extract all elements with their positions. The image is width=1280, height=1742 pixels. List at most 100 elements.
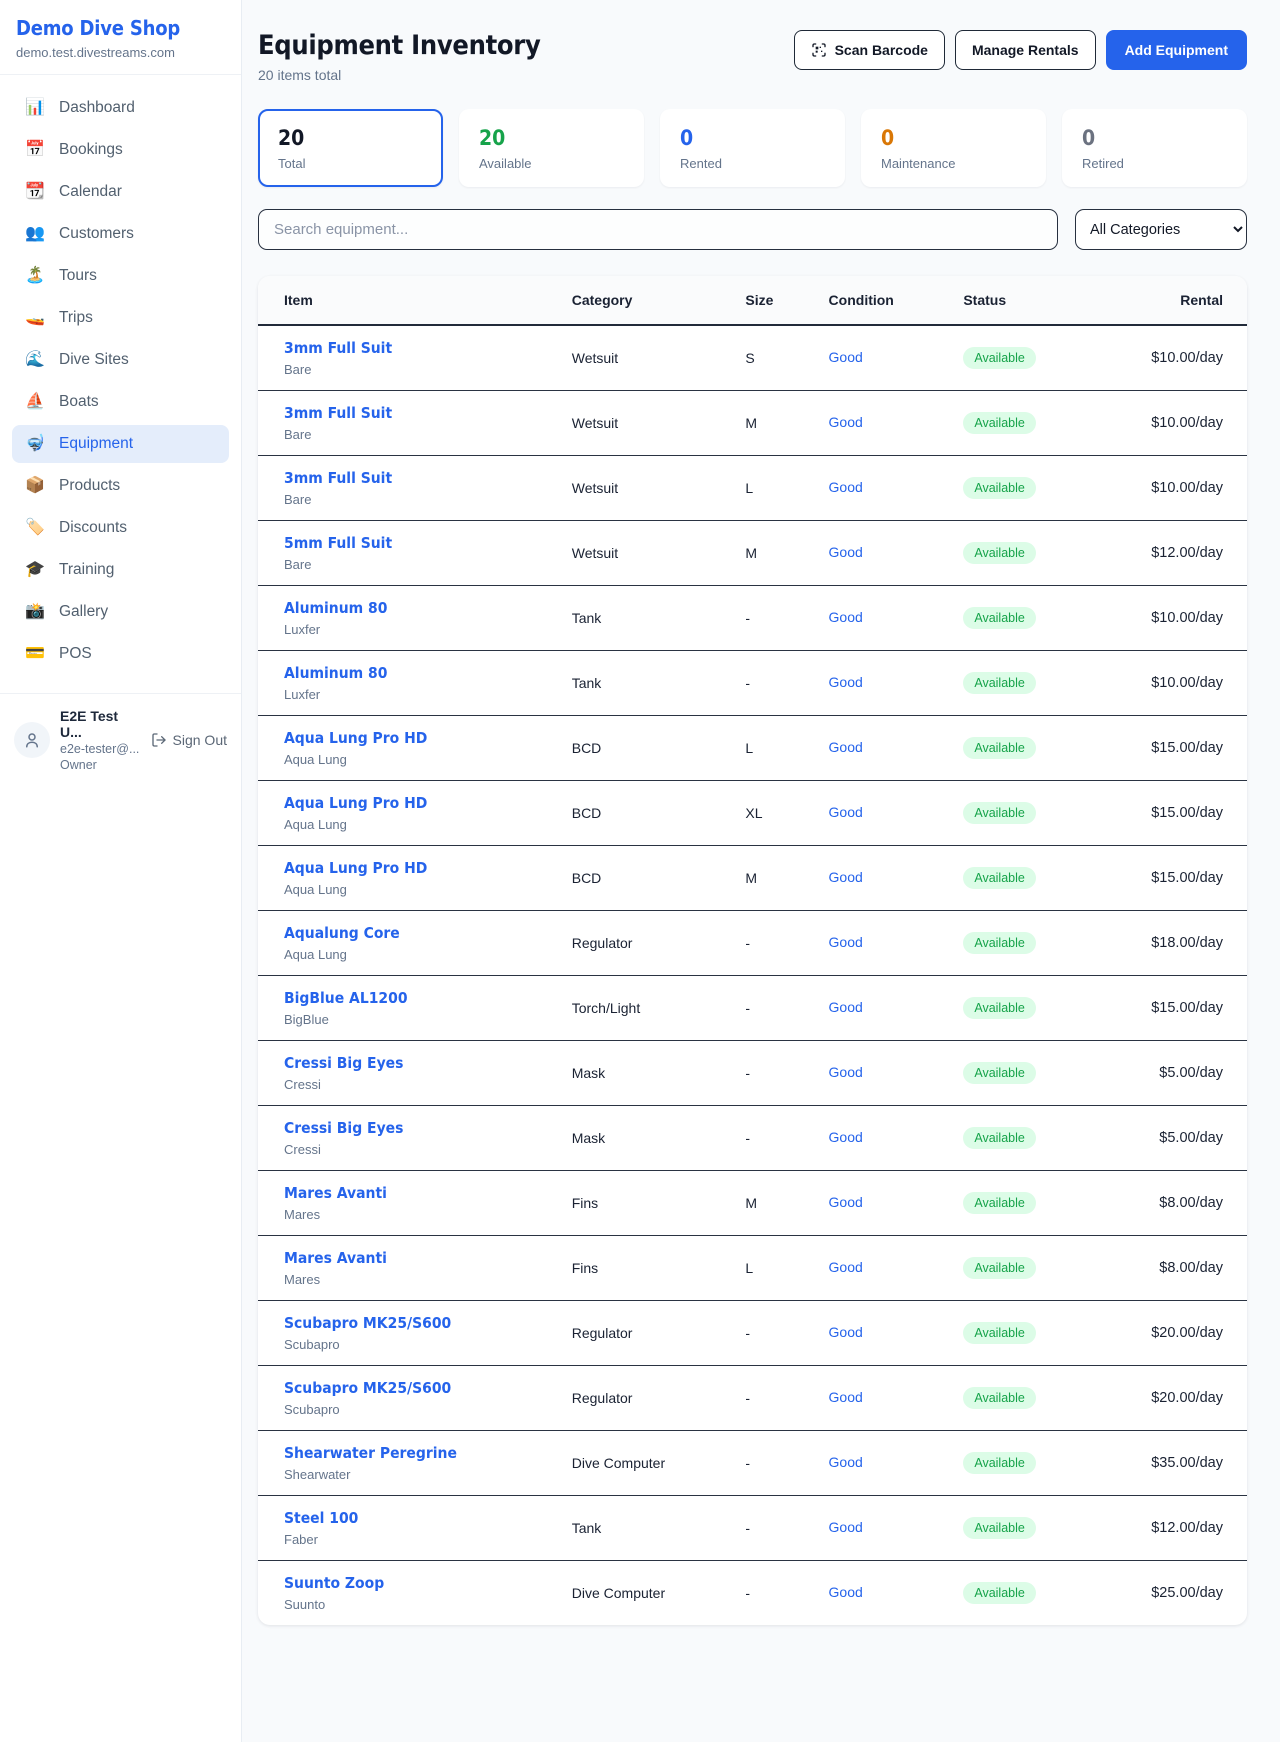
condition-link[interactable]: Good [829, 804, 863, 820]
item-brand: Shearwater [284, 1467, 540, 1482]
sidebar-item-trips[interactable]: 🚤Trips [12, 299, 229, 337]
item-brand: Cressi [284, 1077, 540, 1092]
condition-link[interactable]: Good [829, 414, 863, 430]
condition-link[interactable]: Good [829, 544, 863, 560]
add-equipment-button[interactable]: Add Equipment [1106, 30, 1247, 70]
status-badge: Available [963, 477, 1036, 499]
item-name-link[interactable]: 3mm Full Suit [284, 339, 392, 357]
sidebar-item-tours[interactable]: 🏝️Tours [12, 257, 229, 295]
cell-category: Fins [556, 1236, 730, 1301]
sidebar-item-equipment[interactable]: 🤿Equipment [12, 425, 229, 463]
brand-header: Demo Dive Shop demo.test.divestreams.com [0, 0, 241, 75]
item-name-link[interactable]: Aqua Lung Pro HD [284, 729, 427, 747]
stat-card-rented[interactable]: 0Rented [660, 109, 845, 187]
item-name-link[interactable]: Scubapro MK25/S600 [284, 1314, 451, 1332]
item-name-link[interactable]: 3mm Full Suit [284, 404, 392, 422]
condition-link[interactable]: Good [829, 934, 863, 950]
item-name-link[interactable]: Aqua Lung Pro HD [284, 794, 427, 812]
sidebar-item-boats[interactable]: ⛵Boats [12, 383, 229, 421]
status-badge: Available [963, 1257, 1036, 1279]
sidebar-item-discounts[interactable]: 🏷️Discounts [12, 509, 229, 547]
sign-out-icon [151, 732, 167, 748]
manage-rentals-button[interactable]: Manage Rentals [955, 30, 1096, 70]
cell-condition: Good [813, 1301, 948, 1366]
stat-card-available[interactable]: 20 Available [459, 109, 644, 187]
table-row: 3mm Full SuitBareWetsuitMGoodAvailable$1… [258, 391, 1247, 456]
condition-link[interactable]: Good [829, 1194, 863, 1210]
cell-status: Available [947, 976, 1092, 1041]
cell-category: Wetsuit [556, 325, 730, 391]
condition-link[interactable]: Good [829, 349, 863, 365]
condition-link[interactable]: Good [829, 479, 863, 495]
cell-condition: Good [813, 1171, 948, 1236]
item-name-link[interactable]: Mares Avanti [284, 1184, 387, 1202]
condition-link[interactable]: Good [829, 1519, 863, 1535]
item-name-link[interactable]: Aluminum 80 [284, 664, 387, 682]
cell-condition: Good [813, 651, 948, 716]
equipment-table-card: ItemCategorySizeConditionStatusRental 3m… [258, 276, 1247, 1625]
item-name-link[interactable]: Aqua Lung Pro HD [284, 859, 427, 877]
condition-link[interactable]: Good [829, 1324, 863, 1340]
item-name-link[interactable]: Cressi Big Eyes [284, 1119, 403, 1137]
cell-status: Available [947, 1171, 1092, 1236]
cell-status: Available [947, 911, 1092, 976]
sidebar-item-pos[interactable]: 💳POS [12, 635, 229, 673]
item-name-link[interactable]: Steel 100 [284, 1509, 358, 1527]
condition-link[interactable]: Good [829, 609, 863, 625]
speedboat-icon: 🚤 [24, 310, 46, 326]
sign-out-button[interactable]: Sign Out [151, 732, 227, 748]
sidebar-item-dashboard[interactable]: 📊Dashboard [12, 89, 229, 127]
stat-value: 20 [479, 126, 624, 150]
condition-link[interactable]: Good [829, 1454, 863, 1470]
cell-size: - [729, 586, 812, 651]
sidebar-item-training[interactable]: 🎓Training [12, 551, 229, 589]
stat-card-total[interactable]: 20Total [258, 109, 443, 187]
condition-link[interactable]: Good [829, 1064, 863, 1080]
status-badge: Available [963, 1322, 1036, 1344]
item-name-link[interactable]: Shearwater Peregrine [284, 1444, 457, 1462]
cell-category: BCD [556, 716, 730, 781]
stat-label: Available [479, 156, 624, 171]
condition-link[interactable]: Good [829, 1389, 863, 1405]
condition-link[interactable]: Good [829, 869, 863, 885]
search-input[interactable] [258, 209, 1058, 250]
condition-link[interactable]: Good [829, 999, 863, 1015]
sidebar-item-bookings[interactable]: 📅Bookings [12, 131, 229, 169]
sidebar-item-label: Discounts [59, 519, 127, 537]
item-name-link[interactable]: Suunto Zoop [284, 1574, 384, 1592]
item-name-link[interactable]: Scubapro MK25/S600 [284, 1379, 451, 1397]
cell-size: - [729, 1431, 812, 1496]
item-name-link[interactable]: 5mm Full Suit [284, 534, 392, 552]
condition-link[interactable]: Good [829, 1259, 863, 1275]
condition-link[interactable]: Good [829, 674, 863, 690]
status-badge: Available [963, 1387, 1036, 1409]
sidebar-item-dive-sites[interactable]: 🌊Dive Sites [12, 341, 229, 379]
scan-barcode-button[interactable]: Scan Barcode [794, 30, 945, 70]
item-name-link[interactable]: BigBlue AL1200 [284, 989, 408, 1007]
item-name-link[interactable]: 3mm Full Suit [284, 469, 392, 487]
item-name-link[interactable]: Mares Avanti [284, 1249, 387, 1267]
sidebar-item-products[interactable]: 📦Products [12, 467, 229, 505]
cell-rental-price: $20.00/day [1092, 1301, 1247, 1366]
sidebar-item-gallery[interactable]: 📸Gallery [12, 593, 229, 631]
item-name-link[interactable]: Cressi Big Eyes [284, 1054, 403, 1072]
condition-link[interactable]: Good [829, 739, 863, 755]
sailboat-icon: ⛵ [24, 394, 46, 410]
condition-link[interactable]: Good [829, 1129, 863, 1145]
sidebar-item-customers[interactable]: 👥Customers [12, 215, 229, 253]
cell-status: Available [947, 1431, 1092, 1496]
stat-label: Total [278, 156, 423, 171]
cell-condition: Good [813, 846, 948, 911]
condition-link[interactable]: Good [829, 1584, 863, 1600]
item-brand: Aqua Lung [284, 752, 540, 767]
item-name-link[interactable]: Aqualung Core [284, 924, 400, 942]
status-badge: Available [963, 672, 1036, 694]
cell-condition: Good [813, 521, 948, 586]
stat-card-retired[interactable]: 0Retired [1062, 109, 1247, 187]
stat-card-maintenance[interactable]: 0Maintenance [861, 109, 1046, 187]
category-filter-select[interactable]: All Categories [1075, 209, 1247, 250]
item-name-link[interactable]: Aluminum 80 [284, 599, 387, 617]
sidebar-item-calendar[interactable]: 📆Calendar [12, 173, 229, 211]
status-badge: Available [963, 1517, 1036, 1539]
cell-category: Torch/Light [556, 976, 730, 1041]
